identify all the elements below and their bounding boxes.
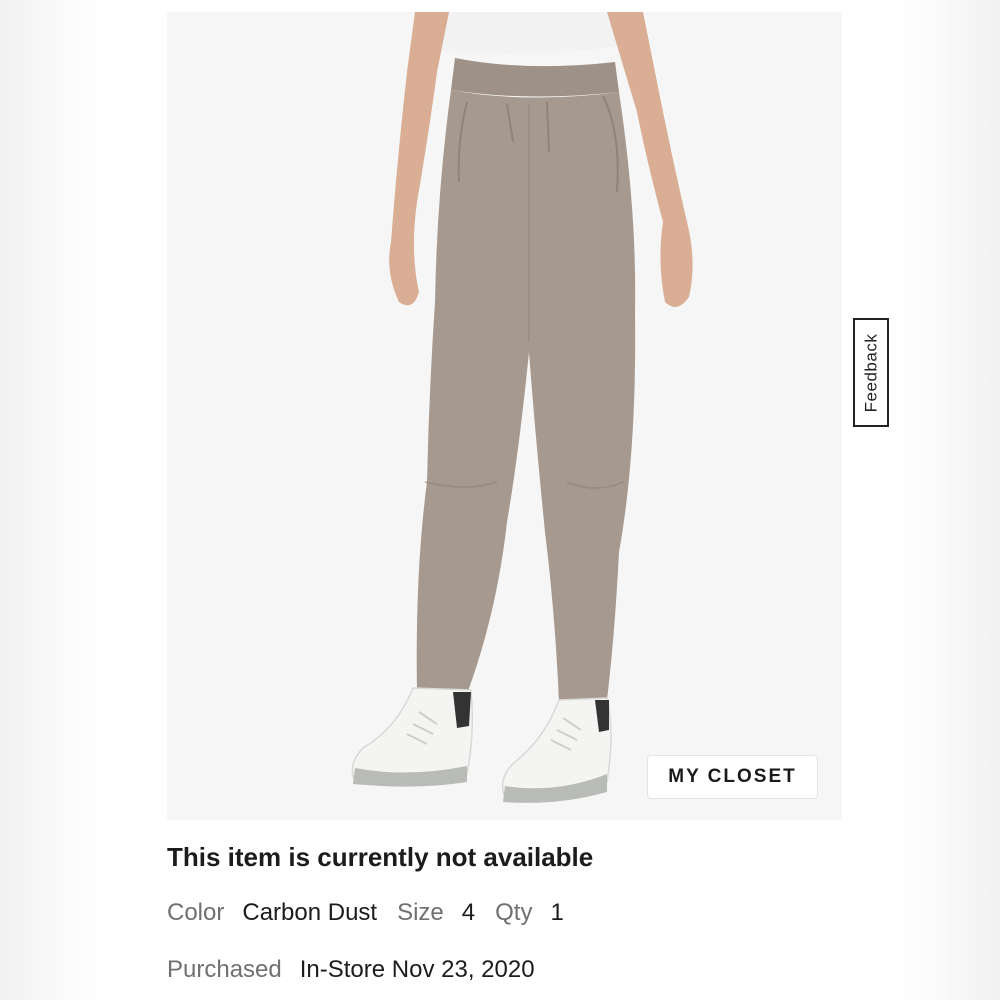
my-closet-button[interactable]: MY CLOSET — [647, 755, 818, 799]
product-image[interactable] — [167, 12, 842, 820]
size-label: Size — [397, 899, 444, 926]
availability-status: This item is currently not available — [167, 842, 594, 872]
item-details-row: Color Carbon Dust Size 4 Qty 1 — [167, 899, 564, 927]
qty-label: Qty — [495, 899, 533, 926]
purchased-label: Purchased — [167, 956, 282, 983]
purchased-value: In-Store Nov 23, 2020 — [299, 956, 535, 983]
size-value: 4 — [461, 899, 476, 926]
feedback-tab[interactable]: Feedback — [853, 318, 889, 427]
color-value: Carbon Dust — [242, 899, 378, 926]
feedback-label: Feedback — [861, 333, 881, 412]
product-photo-illustration — [167, 12, 842, 820]
right-edge-shade — [890, 0, 1000, 1000]
color-label: Color — [167, 899, 225, 926]
qty-value: 1 — [550, 899, 564, 926]
purchase-info-row: Purchased In-Store Nov 23, 2020 — [167, 956, 535, 984]
page: MY CLOSET Feedback This item is currentl… — [0, 0, 1000, 1000]
left-edge-shade — [0, 0, 110, 1000]
